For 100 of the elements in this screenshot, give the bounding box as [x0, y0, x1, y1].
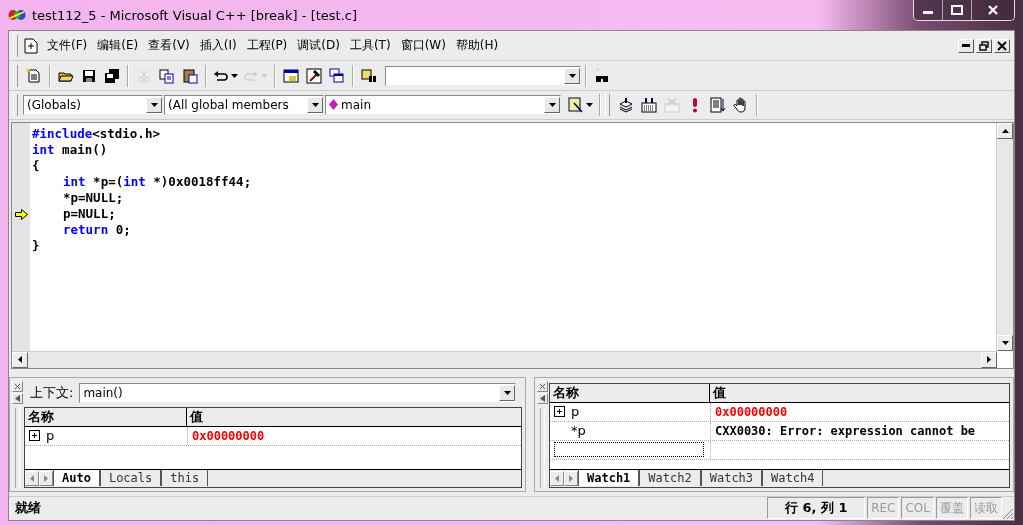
right-arrow-icon	[987, 356, 991, 364]
horizontal-scrollbar[interactable]	[12, 350, 997, 368]
hammer-icon	[306, 67, 322, 84]
paste-icon	[182, 67, 198, 84]
class-combo[interactable]: (Globals)	[23, 94, 163, 115]
right-arrow-icon	[44, 474, 48, 482]
left-arrow-icon	[30, 474, 34, 482]
expand-icon[interactable]	[29, 430, 40, 442]
caret-icon	[586, 102, 593, 107]
caret-icon	[261, 73, 268, 78]
close-button[interactable]	[536, 380, 548, 392]
menu-item[interactable]: 帮助(H)	[451, 35, 503, 57]
variable-value: CXX0030: Error: expression cannot be	[715, 423, 976, 438]
variable-name: *p	[571, 423, 586, 439]
scroll-left-button[interactable]	[550, 470, 564, 486]
tab[interactable]: this	[161, 470, 209, 486]
caret-icon	[548, 102, 556, 107]
tab[interactable]: Auto	[53, 470, 100, 486]
close-button[interactable]	[994, 38, 1010, 53]
scroll-right-button[interactable]	[564, 470, 578, 486]
caret-icon	[503, 390, 511, 395]
filter-combo[interactable]: (All global members	[164, 94, 324, 115]
menu-item[interactable]: 文件(F)	[43, 35, 92, 57]
code-line: return 0;	[62, 222, 131, 239]
code-line: p=NULL;	[62, 206, 116, 223]
infinity-logo-icon	[8, 9, 26, 21]
save-icon	[81, 67, 97, 84]
step-list-icon	[710, 96, 726, 113]
diamond-icon	[329, 99, 338, 111]
new-file-icon	[26, 67, 42, 84]
restore-button[interactable]	[976, 38, 992, 53]
close-button[interactable]	[972, 0, 1014, 20]
column-header[interactable]: 名称	[25, 407, 187, 426]
right-arrow-icon	[569, 474, 573, 482]
left-arrow-icon	[18, 356, 22, 364]
dock-button[interactable]	[536, 392, 548, 404]
new-watch-field[interactable]	[554, 442, 704, 458]
find-in-files-icon	[361, 67, 377, 84]
find-combo[interactable]	[385, 65, 581, 86]
menu-item[interactable]: 工程(P)	[242, 35, 292, 57]
close-icon	[13, 382, 21, 390]
variable-value: 0x00000000	[715, 404, 788, 419]
vertical-scrollbar[interactable]	[996, 123, 1013, 351]
window-list-icon	[329, 67, 345, 84]
expand-icon[interactable]	[554, 406, 565, 418]
minimize-icon	[962, 44, 970, 48]
status-indicator: REC	[867, 497, 900, 520]
copy-icon	[159, 67, 175, 84]
column-header[interactable]: 值	[187, 407, 521, 426]
context-label: 上下文:	[30, 383, 74, 402]
window-title: test112_5 - Microsoft Visual C++ [break] - [test.c]	[32, 7, 358, 23]
code-line: int *p=(int *)0x0018ff44;	[62, 174, 252, 191]
status-indicator: COL	[901, 497, 934, 520]
cursor-position: 行 6, 列 1	[767, 497, 866, 520]
menu-item[interactable]: 窗口(W)	[396, 35, 450, 57]
down-arrow-icon	[1001, 340, 1009, 345]
context-combo[interactable]: main()	[79, 382, 516, 403]
close-icon	[987, 5, 999, 15]
build-icon	[641, 96, 657, 113]
column-header[interactable]: 名称	[550, 383, 710, 402]
minimize-button[interactable]	[914, 0, 943, 20]
menu-item[interactable]: 查看(V)	[144, 35, 194, 57]
caret-icon	[568, 73, 576, 78]
tab[interactable]: Watch3	[700, 470, 763, 486]
status-indicator: 读取	[970, 497, 1002, 520]
close-icon	[538, 382, 546, 390]
scroll-left-button[interactable]	[25, 470, 39, 486]
close-button[interactable]	[11, 380, 23, 392]
status-indicator: 覆盖	[936, 497, 968, 520]
member-combo[interactable]: main	[325, 94, 561, 115]
scroll-right-button[interactable]	[39, 470, 53, 486]
maximize-icon	[951, 5, 963, 15]
left-arrow-icon	[14, 394, 20, 402]
variable-value: 0x00000000	[192, 428, 265, 443]
menu-item[interactable]: 插入(I)	[195, 35, 241, 57]
document-icon	[24, 37, 38, 54]
column-header[interactable]: 值	[710, 383, 1009, 402]
caret-icon	[311, 102, 319, 107]
tab[interactable]: Watch1	[578, 470, 640, 486]
tab[interactable]: Watch4	[762, 470, 824, 486]
compile-icon	[618, 96, 634, 113]
tab[interactable]: Watch2	[639, 470, 701, 486]
dock-button[interactable]	[11, 392, 23, 404]
code-line: {	[32, 158, 40, 175]
code-line: }	[32, 238, 40, 255]
left-arrow-icon	[539, 394, 545, 402]
binoculars-icon	[594, 67, 610, 84]
left-arrow-icon	[555, 474, 559, 482]
close-icon	[997, 40, 1007, 51]
caret-icon	[150, 102, 158, 107]
menu-item[interactable]: 调试(D)	[293, 35, 344, 57]
code-line: int main()	[32, 142, 108, 159]
status-message: 就绪	[14, 499, 41, 518]
variable-name: p	[571, 404, 580, 420]
cut-icon	[136, 67, 152, 84]
code-line: *p=NULL;	[62, 190, 124, 207]
maximize-button[interactable]	[943, 0, 972, 20]
menu-item[interactable]: 编辑(E)	[93, 35, 143, 57]
menu-item[interactable]: 工具(T)	[345, 35, 395, 57]
tab[interactable]: Locals	[99, 470, 162, 486]
